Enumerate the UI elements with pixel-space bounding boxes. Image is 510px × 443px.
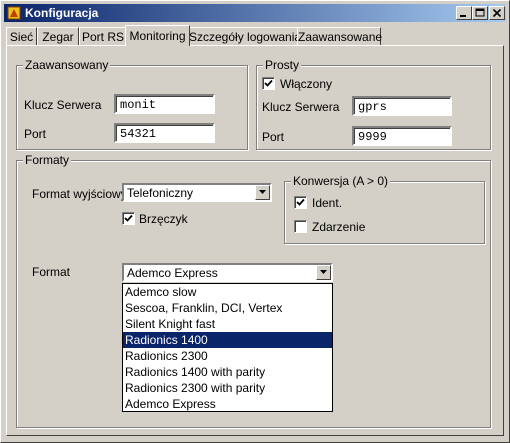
app-icon xyxy=(7,6,21,20)
event-checkbox[interactable] xyxy=(294,220,307,233)
enabled-label: Włączony xyxy=(280,77,333,91)
advanced-server-key-field[interactable]: monit xyxy=(114,94,215,114)
simple-server-key-label: Klucz Serwera xyxy=(262,100,340,114)
tab-label: Zaawansowane xyxy=(298,30,383,44)
tab-zaawansowane[interactable]: Zaawansowane xyxy=(297,27,383,45)
tab-zegar[interactable]: Zegar xyxy=(37,27,79,45)
group-title: Prosty xyxy=(263,58,302,72)
format-value: Ademco Express xyxy=(127,266,218,280)
buzzer-checkbox[interactable] xyxy=(122,212,135,225)
simple-server-key-field[interactable]: gprs xyxy=(352,96,452,116)
tab-label: Zegar xyxy=(42,30,74,44)
config-window: Konfiguracja Sieć Zegar Port RS Monitori… xyxy=(0,0,510,443)
format-label: Format xyxy=(32,265,71,279)
tab-label: Sieć xyxy=(9,30,34,44)
chevron-down-icon xyxy=(259,190,266,194)
maximize-button[interactable] xyxy=(472,6,488,20)
ident-checkbox[interactable] xyxy=(294,196,307,209)
tab-label: Szczegóły logowania xyxy=(189,30,302,44)
window-title: Konfiguracja xyxy=(25,6,99,20)
maximize-icon xyxy=(475,8,485,17)
enabled-checkbox[interactable] xyxy=(262,77,275,90)
event-label: Zdarzenie xyxy=(312,220,366,234)
output-format-select[interactable]: Telefoniczny xyxy=(122,183,272,202)
group-title: Formaty xyxy=(23,153,72,167)
tab-szczegoly-logowania[interactable]: Szczegóły logowania xyxy=(188,27,302,45)
format-dropdown-list: Ademco slow Sescoa, Franklin, DCI, Verte… xyxy=(122,283,333,412)
format-dropdown-button[interactable] xyxy=(316,265,331,280)
tab-siec[interactable]: Sieć xyxy=(6,27,37,45)
output-format-label: Format wyjściowy xyxy=(32,187,127,201)
format-option-radionics-1400-parity[interactable]: Radionics 1400 with parity xyxy=(123,364,332,380)
minimize-button[interactable] xyxy=(456,6,472,20)
format-option-sescoa[interactable]: Sescoa, Franklin, DCI, Vertex xyxy=(123,300,332,316)
advanced-port-label: Port xyxy=(24,127,47,141)
advanced-port-field[interactable]: 54321 xyxy=(114,123,215,143)
format-option-ademco-express[interactable]: Ademco Express xyxy=(123,396,332,412)
close-icon xyxy=(492,8,502,18)
tab-monitoring[interactable]: Monitoring xyxy=(125,25,190,46)
tab-label: Monitoring xyxy=(129,29,186,43)
checkmark-icon xyxy=(124,214,133,222)
minimize-icon xyxy=(460,15,466,17)
simple-port-field[interactable]: 9999 xyxy=(352,126,452,146)
ident-label: Ident. xyxy=(312,196,343,210)
format-option-radionics-2300-parity[interactable]: Radionics 2300 with parity xyxy=(123,380,332,396)
buzzer-label: Brzęczyk xyxy=(139,212,188,226)
conversion-group: Konwersja (A > 0) xyxy=(284,174,485,244)
tab-port-rs[interactable]: Port RS xyxy=(79,27,127,45)
checkmark-icon xyxy=(264,79,273,87)
checkmark-icon xyxy=(296,198,305,206)
output-format-dropdown-button[interactable] xyxy=(255,185,270,200)
tab-label: Port RS xyxy=(81,30,124,44)
simple-port-label: Port xyxy=(262,130,285,144)
format-option-silent-knight-fast[interactable]: Silent Knight fast xyxy=(123,316,332,332)
group-title: Konwersja (A > 0) xyxy=(291,174,391,188)
close-button[interactable] xyxy=(489,6,505,20)
advanced-server-key-label: Klucz Serwera xyxy=(24,98,102,112)
format-option-radionics-1400[interactable]: Radionics 1400 xyxy=(123,332,332,348)
chevron-down-icon xyxy=(320,270,327,274)
group-title: Zaawansowany xyxy=(23,58,111,72)
format-option-radionics-2300[interactable]: Radionics 2300 xyxy=(123,348,332,364)
tab-bar: Sieć Zegar Port RS Monitoring Szczegóły … xyxy=(6,25,506,46)
format-select[interactable]: Ademco Express xyxy=(122,263,333,282)
format-option-ademco-slow[interactable]: Ademco slow xyxy=(123,284,332,300)
title-bar[interactable]: Konfiguracja xyxy=(4,4,506,22)
output-format-value: Telefoniczny xyxy=(127,186,194,200)
